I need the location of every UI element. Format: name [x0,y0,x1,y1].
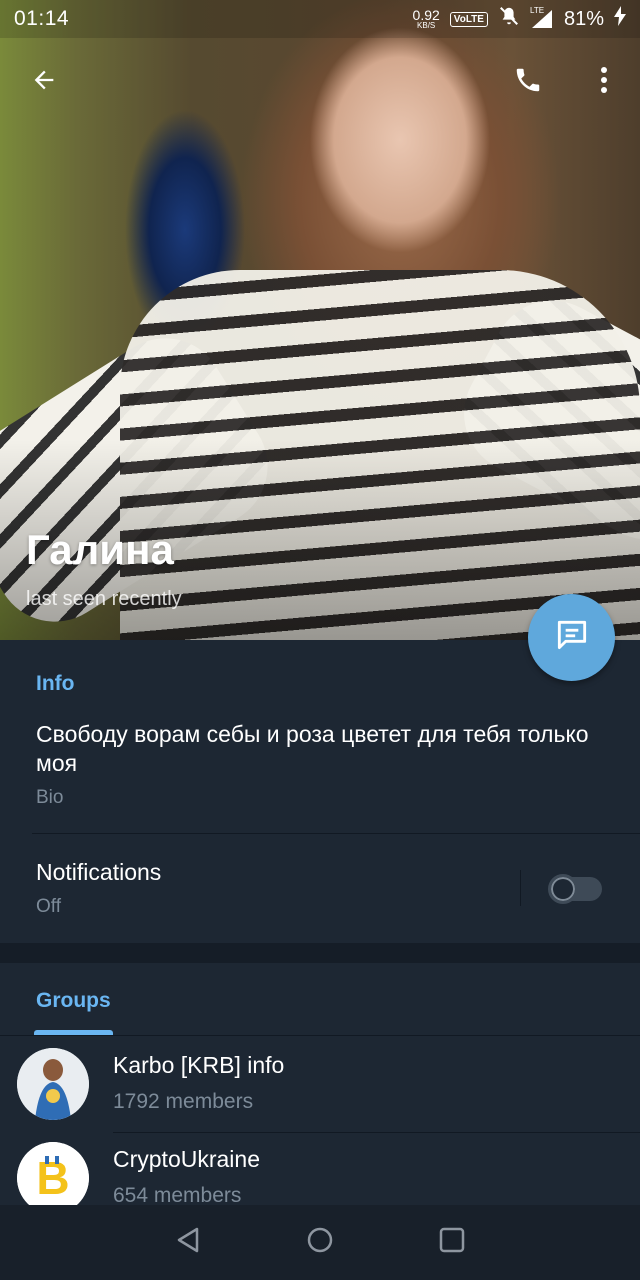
message-icon [553,616,591,659]
battery-charging-icon [614,6,626,32]
toggle-knob [548,874,578,904]
back-button[interactable] [22,60,66,104]
svg-text:B: B [36,1152,69,1204]
nav-recents-button[interactable] [430,1221,474,1265]
send-message-button[interactable] [528,594,615,681]
tab-groups[interactable]: Groups [36,989,111,1013]
divider [0,1035,640,1036]
avatar [17,1048,89,1120]
net-speed: 0.92 KB/S [413,8,440,30]
battery-text: 81% [563,7,604,30]
nav-home-icon [306,1226,334,1259]
group-name: CryptoUkraine [113,1146,260,1172]
volte-badge: VoLTE [449,11,488,27]
group-item-cryptoukraine[interactable]: B CryptoUkraine 654 members [0,1134,640,1205]
profile-last-seen: last seen recently [26,588,182,610]
notifications-toggle[interactable] [548,874,602,904]
net-speed-unit: KB/S [417,21,436,30]
signal-icon: LTE [529,6,554,30]
more-vert-icon [600,66,608,99]
profile-name: Галина [26,526,174,573]
call-button[interactable] [506,60,550,104]
notifications-value: Off [36,896,61,917]
notifications-label: Notifications [36,859,162,885]
bio-text[interactable]: Свободу ворам себы и роза цветет для теб… [36,720,596,778]
status-time: 01:14 [14,7,70,30]
group-members: 1792 members [113,1090,254,1113]
section-gap [0,943,640,963]
divider [32,833,640,834]
phone-icon [513,65,543,100]
lte-label: LTE [529,6,545,15]
navigation-bar [0,1205,640,1280]
nav-home-button[interactable] [298,1221,342,1265]
info-section: Info Свободу ворам себы и роза цветет дл… [0,640,640,943]
nav-back-icon [175,1226,201,1259]
nav-recents-icon [439,1227,465,1258]
bio-label: Bio [36,787,64,808]
info-title: Info [36,672,75,695]
status-bar: 01:14 0.92 KB/S VoLTE LTE 81% [0,0,640,38]
divider [520,870,521,906]
divider [113,1132,640,1133]
net-speed-value: 0.92 [412,7,440,23]
group-members: 654 members [113,1184,242,1205]
group-name: Karbo [KRB] info [113,1052,285,1078]
more-options-button[interactable] [582,60,626,104]
avatar: B [17,1142,89,1205]
groups-section: Groups Karbo [KRB] info 1792 members B C… [0,963,640,1205]
nav-back-button[interactable] [166,1221,210,1265]
mute-icon [498,5,520,33]
status-icons: 0.92 KB/S VoLTE LTE 81% [413,5,626,33]
group-item-karbo[interactable]: Karbo [KRB] info 1792 members [0,1040,640,1134]
back-arrow-icon [30,66,58,99]
